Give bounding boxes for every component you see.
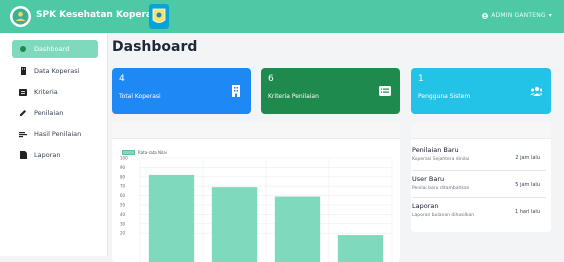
users-icon bbox=[530, 85, 542, 97]
y-tick-label: 60 bbox=[120, 193, 126, 198]
building-icon bbox=[230, 85, 242, 97]
top-navbar: SPK Kesehatan Koperasi ADMIN GANTENG ▾ bbox=[0, 0, 564, 33]
activity-panel-heading: Aktivitas Terbaru bbox=[411, 122, 551, 139]
user-menu[interactable]: ADMIN GANTENG ▾ bbox=[482, 12, 552, 19]
sidebar-item-kriteria[interactable]: Kriteria bbox=[12, 83, 98, 101]
activity-title: User Baru bbox=[412, 175, 445, 183]
sidebar-item-label: Data Koperasi bbox=[34, 67, 80, 75]
y-tick-label: 30 bbox=[120, 221, 126, 226]
sidebar-item-data-koperasi[interactable]: Data Koperasi bbox=[12, 62, 98, 80]
sidebar-item-label: Kriteria bbox=[34, 88, 58, 96]
y-tick-label: 20 bbox=[120, 231, 126, 236]
dot-icon bbox=[18, 44, 28, 54]
building-icon bbox=[18, 66, 28, 76]
activity-subtitle: Koperasi Sejahtera dinilai bbox=[412, 157, 470, 162]
sidebar-item-dashboard[interactable]: Dashboard bbox=[12, 40, 98, 58]
sidebar-item-laporan[interactable]: Laporan bbox=[12, 146, 98, 164]
activity-item[interactable]: Penilaian Baru Koperasi Sejahtera dinila… bbox=[412, 143, 546, 171]
activity-title: Penilaian Baru bbox=[412, 146, 459, 154]
bar-chart: 100 90 80 70 60 50 40 30 20 bbox=[120, 156, 393, 262]
stat-card-kriteria-penilaian[interactable]: 6 Kriteria Penilaian bbox=[261, 68, 400, 114]
stat-card-total-koperasi[interactable]: 4 Total Koperasi bbox=[112, 68, 251, 114]
sidebar-item-penilaian[interactable]: Penilaian bbox=[12, 104, 98, 122]
y-tick-label: 50 bbox=[120, 203, 126, 208]
list-icon bbox=[379, 85, 391, 97]
bar[interactable] bbox=[274, 196, 321, 262]
list-icon bbox=[18, 87, 28, 97]
activity-subtitle: Laporan bulanan dihasilkan bbox=[412, 213, 475, 218]
y-tick-label: 40 bbox=[120, 212, 126, 217]
stat-value: 4 bbox=[119, 74, 125, 84]
stat-label: Kriteria Penilaian bbox=[268, 93, 319, 100]
y-tick-label: 100 bbox=[120, 156, 128, 161]
chart-panel-heading: Grafik Penilaian bbox=[112, 122, 400, 139]
stat-value: 1 bbox=[418, 74, 424, 84]
user-circle-icon bbox=[482, 12, 489, 19]
activity-time: 2 jam lalu bbox=[515, 155, 540, 161]
sidebar-item-label: Dashboard bbox=[34, 45, 70, 53]
cooperative-emblem-icon bbox=[149, 4, 169, 29]
app-title[interactable]: SPK Kesehatan Koperasi bbox=[36, 10, 160, 20]
activity-time: 1 hari lalu bbox=[514, 209, 540, 215]
page-title: Dashboard bbox=[112, 39, 198, 55]
user-name-label: ADMIN GANTENG bbox=[491, 12, 546, 19]
activity-item[interactable]: User Baru Penilai baru ditambahkan 5 jam… bbox=[412, 172, 546, 198]
activity-time: 5 jam lalu bbox=[515, 182, 540, 188]
file-icon bbox=[18, 150, 28, 160]
sidebar-item-hasil-penilaian[interactable]: Hasil Penilaian bbox=[12, 125, 98, 143]
sidebar-item-label: Penilaian bbox=[34, 109, 64, 117]
chevron-down-icon: ▾ bbox=[548, 12, 552, 19]
people-logo-icon bbox=[12, 8, 29, 25]
y-tick-label: 90 bbox=[120, 165, 126, 170]
sidebar-item-label: Hasil Penilaian bbox=[34, 130, 82, 138]
sidebar-item-label: Laporan bbox=[34, 151, 61, 159]
chart-icon bbox=[18, 129, 28, 139]
stat-label: Pengguna Sistem bbox=[418, 93, 471, 100]
bar[interactable] bbox=[211, 187, 258, 262]
activity-subtitle: Penilai baru ditambahkan bbox=[412, 186, 470, 191]
edit-icon bbox=[18, 108, 28, 118]
y-tick-label: 80 bbox=[120, 174, 126, 179]
app-logo[interactable] bbox=[10, 6, 31, 27]
sidebar: Dashboard Data Koperasi Kriteria Penilai… bbox=[0, 33, 108, 256]
stat-value: 6 bbox=[268, 74, 274, 84]
activity-title: Laporan bbox=[412, 202, 439, 210]
activity-item[interactable]: Laporan Laporan bulanan dihasilkan 1 har… bbox=[412, 199, 546, 227]
y-tick-label: 70 bbox=[120, 184, 126, 189]
bar[interactable] bbox=[337, 235, 384, 262]
stat-label: Total Koperasi bbox=[119, 93, 161, 100]
bar[interactable] bbox=[148, 174, 195, 262]
stat-card-pengguna-sistem[interactable]: 1 Pengguna Sistem bbox=[411, 68, 551, 114]
